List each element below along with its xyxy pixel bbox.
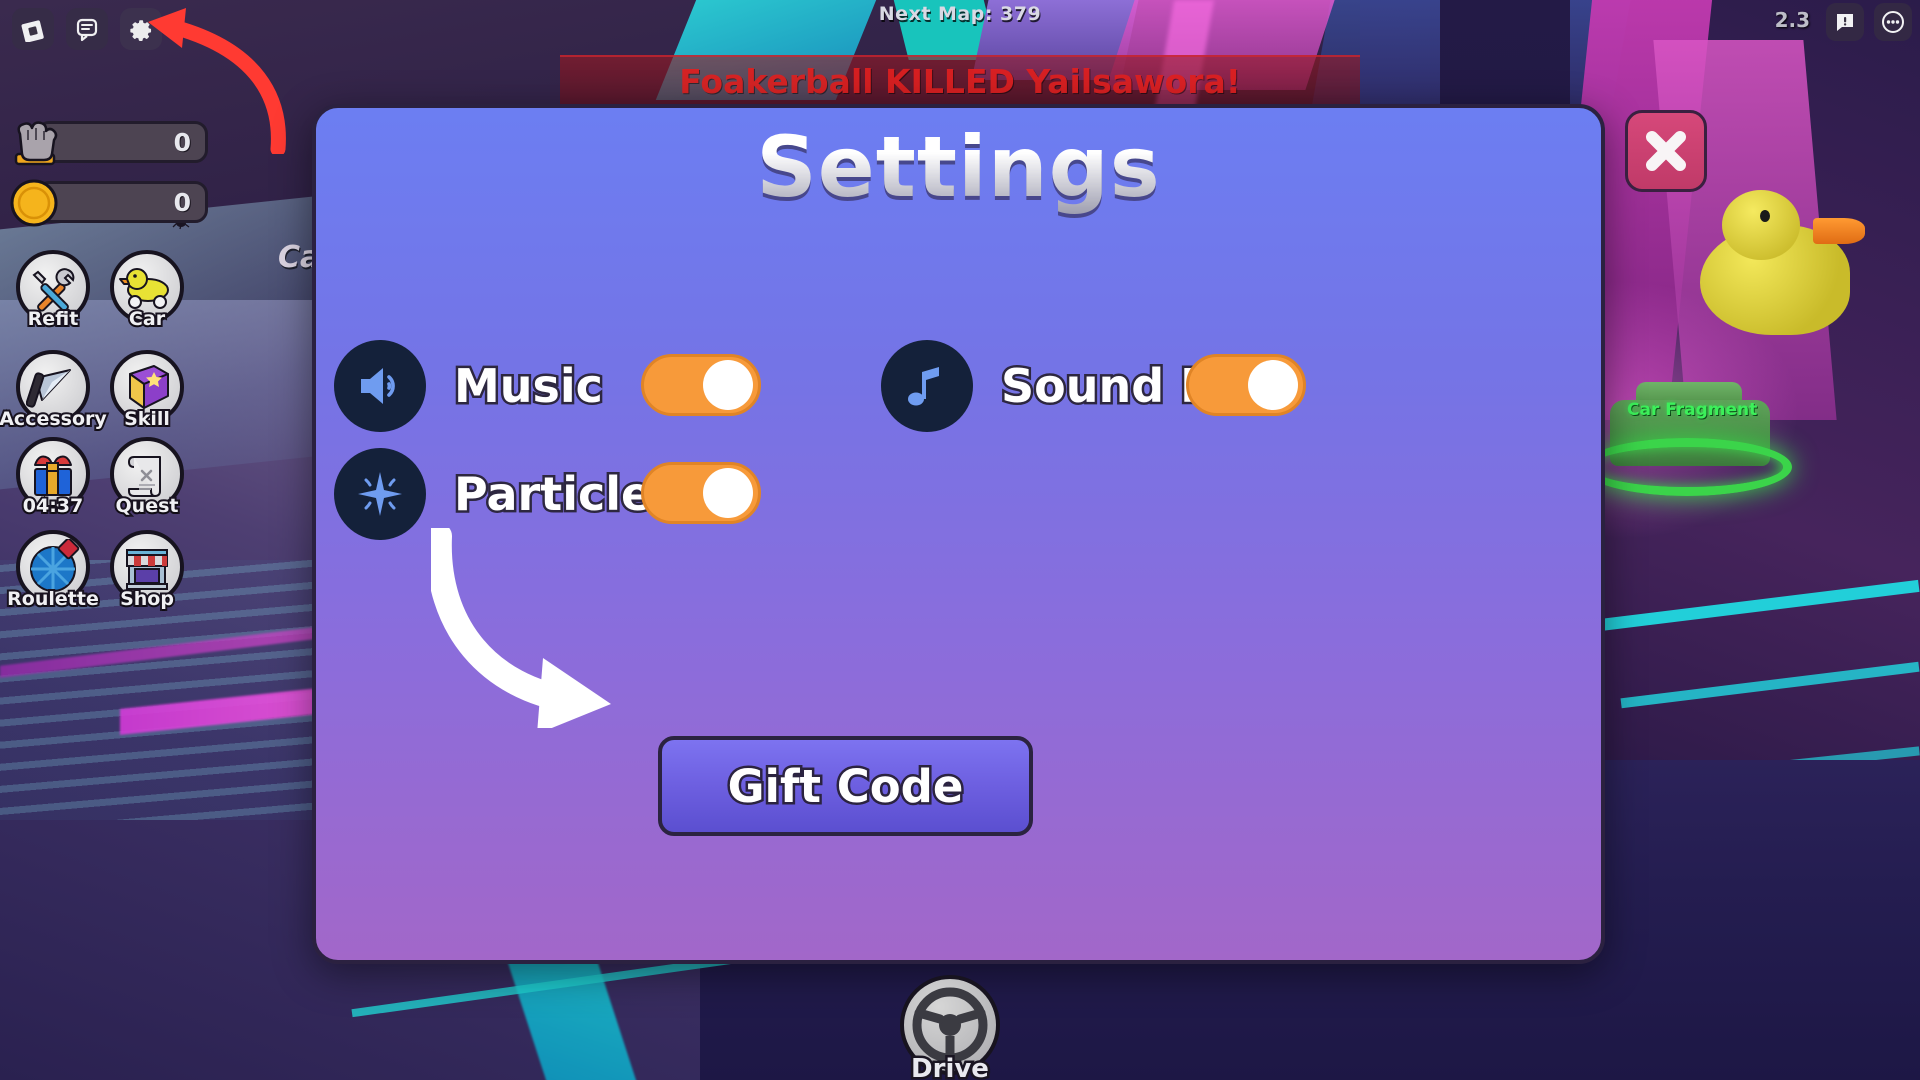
cone-icon bbox=[26, 369, 71, 408]
menu-button-refit[interactable]: Refit bbox=[16, 250, 90, 332]
ellipsis-icon bbox=[1882, 11, 1904, 33]
close-x-icon bbox=[1646, 131, 1686, 171]
menu-button-car[interactable]: Car bbox=[110, 250, 184, 332]
duck-car-eye bbox=[1760, 210, 1770, 222]
toggle-music[interactable] bbox=[641, 354, 761, 416]
menu-label: Refit bbox=[26, 306, 81, 332]
strength-stat: 0 bbox=[8, 118, 208, 166]
tools-icon bbox=[32, 268, 75, 312]
speaker-icon-wrap bbox=[334, 340, 426, 432]
killfeed-banner: Foakerball KILLED Yailsawora! bbox=[560, 55, 1360, 107]
gift-icon bbox=[34, 455, 72, 496]
sparkle-icon-wrap bbox=[334, 448, 426, 540]
setting-row-music: Music bbox=[334, 340, 606, 432]
drive-button[interactable]: Drive bbox=[900, 975, 1000, 1080]
menu-label: Shop bbox=[118, 586, 176, 612]
gift-code-label: Gift Code bbox=[725, 757, 966, 815]
fps-counter: 2.3 bbox=[1774, 8, 1810, 32]
sparkle-icon bbox=[358, 472, 402, 516]
killfeed-text: Foakerball KILLED Yailsawora! bbox=[679, 61, 1241, 101]
gift-code-button[interactable]: Gift Code bbox=[658, 736, 1033, 836]
menu-label: Accessory bbox=[0, 406, 109, 432]
menu-button-quest[interactable]: Quest bbox=[110, 437, 184, 519]
roblox-icon bbox=[21, 20, 44, 42]
music-note-icon-wrap bbox=[881, 340, 973, 432]
chat-notification-button[interactable] bbox=[1826, 3, 1864, 41]
book-icon bbox=[129, 365, 169, 409]
menu-label: Quest bbox=[114, 493, 181, 519]
chat-button[interactable] bbox=[66, 8, 108, 50]
menu-button-gift-timer[interactable]: 04:37 bbox=[16, 437, 90, 519]
close-button[interactable] bbox=[1625, 110, 1707, 192]
more-options-button[interactable] bbox=[1874, 3, 1912, 41]
store-icon bbox=[126, 549, 168, 590]
toggle-knob bbox=[703, 360, 753, 410]
chat-icon bbox=[76, 18, 98, 42]
duck-car-icon bbox=[119, 268, 169, 309]
music-note-icon bbox=[908, 367, 939, 406]
green-car-ring bbox=[1582, 438, 1792, 496]
menu-label: Car bbox=[127, 306, 167, 332]
menu-label: Skill bbox=[122, 406, 172, 432]
white-annotation-arrow bbox=[431, 528, 611, 728]
world-label-car-fragment: Car Fragment bbox=[1627, 400, 1758, 420]
settings-title: Settings bbox=[756, 118, 1161, 216]
roblox-logo-button[interactable] bbox=[12, 8, 54, 50]
coins-stat: 0 bbox=[8, 178, 208, 227]
menu-button-skill[interactable]: Skill bbox=[110, 350, 184, 432]
menu-button-roulette[interactable]: Roulette bbox=[5, 530, 101, 612]
setting-label-music: Music bbox=[452, 357, 606, 416]
menu-label: 04:37 bbox=[21, 493, 86, 519]
scroll-icon bbox=[127, 456, 161, 497]
menu-label: Roulette bbox=[5, 586, 101, 612]
strength-value: 0 bbox=[173, 127, 191, 157]
toggle-particles[interactable] bbox=[641, 462, 761, 524]
wheel-icon bbox=[30, 539, 80, 592]
speaker-icon bbox=[361, 368, 395, 404]
fist-icon bbox=[14, 121, 58, 166]
menu-button-shop[interactable]: Shop bbox=[110, 530, 184, 612]
duck-car-beak bbox=[1813, 218, 1865, 244]
drive-label: Drive bbox=[909, 1052, 992, 1080]
settings-panel: Settings Settings Music Sound Fx bbox=[312, 104, 1605, 964]
chat-alert-icon bbox=[1837, 14, 1853, 31]
toggle-knob bbox=[1248, 360, 1298, 410]
next-map-counter: Next Map: 379 bbox=[878, 3, 1042, 25]
menu-button-accessory[interactable]: Accessory bbox=[0, 350, 109, 432]
setting-row-particles: Particles bbox=[334, 448, 682, 540]
duck-car-head bbox=[1722, 190, 1800, 260]
coins-value: 0 bbox=[173, 187, 191, 217]
steering-wheel-icon bbox=[912, 987, 988, 1063]
toggle-knob bbox=[703, 468, 753, 518]
toggle-soundfx[interactable] bbox=[1186, 354, 1306, 416]
coin-icon bbox=[10, 179, 58, 227]
